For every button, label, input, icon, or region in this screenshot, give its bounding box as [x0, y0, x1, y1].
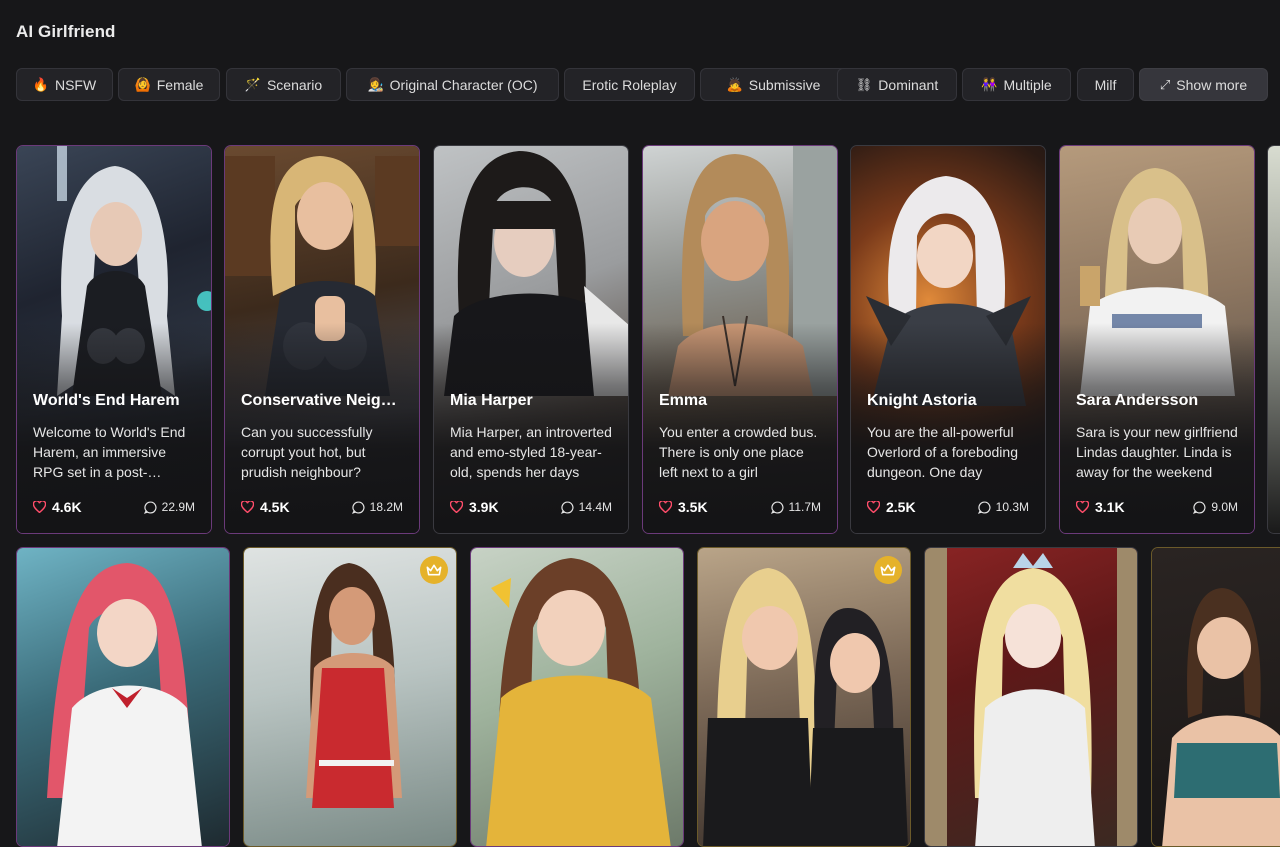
chains-icon: ⛓: [855, 77, 873, 92]
character-name: Conservative Neighbour: [241, 392, 403, 409]
character-card[interactable]: [924, 547, 1138, 847]
character-card[interactable]: [697, 547, 911, 847]
character-name: Emma: [659, 392, 708, 409]
character-card[interactable]: Emma You enter a crowded bus. There is o…: [642, 145, 838, 534]
character-image: [471, 548, 683, 846]
character-card[interactable]: Knight Astoria You are the all-powerful …: [850, 145, 1046, 534]
message-count: 22.9M: [143, 500, 195, 514]
like-count[interactable]: 4.5K: [241, 499, 290, 515]
magic-wand-icon: 🪄: [244, 77, 261, 92]
tag-dominant[interactable]: ⛓ Dominant: [837, 68, 957, 101]
like-count[interactable]: 4.6K: [33, 499, 82, 515]
character-name: Sara Andersson: [1076, 392, 1199, 409]
character-card[interactable]: Sara Andersson Sara is your new girlfrie…: [1059, 145, 1255, 534]
tag-submissive[interactable]: 🙇 Submissive: [700, 68, 847, 101]
character-name: World's End Harem: [33, 392, 180, 409]
chat-bubble-icon: [977, 500, 991, 514]
page-title: AI Girlfriend: [16, 22, 116, 41]
character-description: Mia Harper, an introverted and emo-style…: [450, 424, 612, 480]
expand-icon: ⤢: [1159, 77, 1171, 92]
heart-icon: [659, 501, 672, 513]
bowing-person-icon: 🙇: [726, 77, 743, 92]
message-count: 9.0M: [1193, 500, 1238, 514]
message-count: 10.3M: [977, 500, 1029, 514]
tag-erotic-roleplay[interactable]: Erotic Roleplay: [564, 68, 695, 101]
character-image: [1152, 548, 1280, 846]
crown-icon: [420, 556, 448, 584]
message-count: 11.7M: [770, 500, 821, 514]
character-card[interactable]: [243, 547, 457, 847]
like-count[interactable]: 3.9K: [450, 499, 499, 515]
character-card[interactable]: [470, 547, 684, 847]
character-description: You enter a crowded bus. There is only o…: [659, 424, 818, 480]
woman-gesture-icon: 🙆: [134, 77, 151, 92]
like-count[interactable]: 3.1K: [1076, 499, 1125, 515]
tag-original-character[interactable]: 👩‍🎨 Original Character (OC): [346, 68, 559, 101]
tag-filter-bar: 🔥 NSFW 🙆 Female 🪄 Scenario 👩‍🎨 Original Char…: [16, 68, 1280, 101]
heart-icon: [33, 501, 46, 513]
character-description: You are the all-powerful Overlord of a f…: [867, 424, 1018, 480]
character-image: [17, 548, 229, 846]
character-description: Can you successfully corrupt yout hot, b…: [241, 424, 373, 480]
character-image: [698, 548, 910, 846]
message-count: 14.4M: [560, 500, 612, 514]
character-card[interactable]: Mia Harper Mia Harper, an introverted an…: [433, 145, 629, 534]
chat-bubble-icon: [770, 500, 784, 514]
like-count[interactable]: 3.5K: [659, 499, 708, 515]
chat-bubble-icon: [351, 500, 365, 514]
fire-icon: 🔥: [32, 77, 49, 92]
character-image: [925, 548, 1137, 846]
character-card-partial[interactable]: [1267, 145, 1280, 534]
character-card-partial[interactable]: [1151, 547, 1280, 847]
character-description: Welcome to World's End Harem, an immersi…: [33, 424, 186, 480]
crown-icon: [874, 556, 902, 584]
character-image: [1268, 146, 1280, 533]
chat-bubble-icon: [1193, 500, 1206, 514]
like-count[interactable]: 2.5K: [867, 499, 916, 515]
people-icon: 👭: [981, 77, 998, 92]
character-image: [244, 548, 456, 846]
character-name: Mia Harper: [450, 392, 533, 409]
tag-multiple[interactable]: 👭 Multiple: [962, 68, 1071, 101]
tag-nsfw[interactable]: 🔥 NSFW: [16, 68, 113, 101]
show-more-button[interactable]: ⤢ Show more: [1139, 68, 1268, 101]
character-card[interactable]: Conservative Neighbour Can you successfu…: [224, 145, 420, 534]
tag-female[interactable]: 🙆 Female: [118, 68, 220, 101]
chat-bubble-icon: [143, 500, 157, 514]
chat-bubble-icon: [560, 500, 574, 514]
heart-icon: [450, 501, 463, 513]
heart-icon: [867, 501, 880, 513]
artist-icon: 👩‍🎨: [367, 77, 384, 92]
character-name: Knight Astoria: [867, 392, 977, 409]
character-card[interactable]: World's End Harem Welcome to World's End…: [16, 145, 212, 534]
tag-milf[interactable]: Milf: [1077, 68, 1134, 101]
character-description: Sara is your new girlfriend Lindas daugh…: [1076, 424, 1238, 480]
message-count: 18.2M: [351, 500, 403, 514]
heart-icon: [241, 501, 254, 513]
heart-icon: [1076, 501, 1089, 513]
character-card[interactable]: [16, 547, 230, 847]
tag-scenario[interactable]: 🪄 Scenario: [226, 68, 341, 101]
